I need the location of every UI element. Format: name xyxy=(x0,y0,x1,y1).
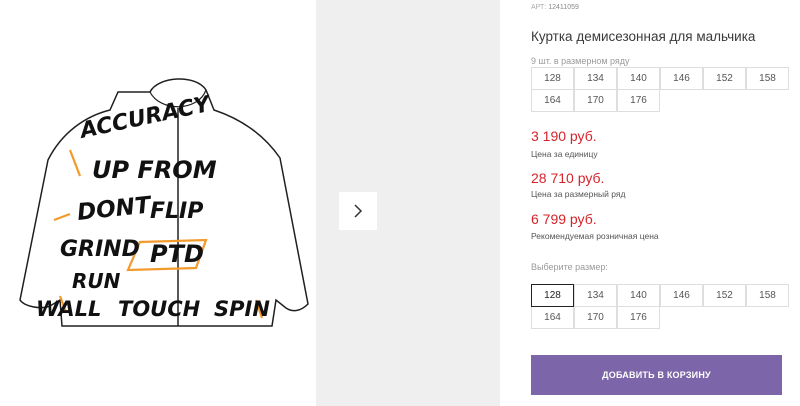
size-option[interactable]: 140 xyxy=(617,284,660,307)
size-option[interactable]: 134 xyxy=(574,284,617,307)
choose-size-label: Выберите размер: xyxy=(531,262,608,272)
product-details: АРТ: 12411059 Куртка демисезонная для мал… xyxy=(531,0,791,406)
stock-label: 9 шт. в размерном ряду xyxy=(531,56,630,66)
size-selector: 128 134 140 146 152 158 164 170 176 xyxy=(531,284,789,329)
unit-price-note: Цена за единицу xyxy=(531,149,598,159)
article-label: АРТ: xyxy=(531,4,547,11)
size-option[interactable]: 146 xyxy=(660,284,703,307)
product-title: Куртка демисезонная для мальчика xyxy=(531,29,756,44)
chevron-right-icon xyxy=(354,204,363,218)
print-text: GRIND xyxy=(60,237,140,262)
article-value: 12411059 xyxy=(548,4,579,11)
size-range-price-note: Цена за размерный ряд xyxy=(531,189,626,199)
article-number: АРТ: 12411059 xyxy=(531,4,579,11)
print-text: TOUCH xyxy=(118,297,201,321)
print-text: SPIN xyxy=(214,297,270,321)
add-to-cart-button[interactable]: ДОБАВИТЬ В КОРЗИНУ xyxy=(531,355,782,395)
print-text: FLIP xyxy=(150,199,203,224)
gallery-next-pane xyxy=(316,0,500,406)
size-option-selected[interactable]: 128 xyxy=(531,284,574,307)
size-range-price: 28 710 руб. xyxy=(531,170,605,186)
print-text: RUN xyxy=(72,269,121,293)
size-option[interactable]: 158 xyxy=(746,284,789,307)
retail-price-note: Рекомендуемая розничная цена xyxy=(531,231,659,241)
gallery-next-button[interactable] xyxy=(339,192,377,230)
size-option[interactable]: 170 xyxy=(574,306,617,329)
stock-size-cell: 134 xyxy=(574,67,617,90)
stock-size-cell: 140 xyxy=(617,67,660,90)
stock-size-cell: 170 xyxy=(574,89,617,112)
stock-size-cell: 146 xyxy=(660,67,703,90)
size-option[interactable]: 152 xyxy=(703,284,746,307)
stock-size-grid: 128 134 140 146 152 158 164 170 176 xyxy=(531,67,789,112)
size-option[interactable]: 176 xyxy=(617,306,660,329)
unit-price: 3 190 руб. xyxy=(531,128,597,144)
print-text: PTD xyxy=(150,240,204,268)
stock-size-cell: 176 xyxy=(617,89,660,112)
print-text: UP FROM xyxy=(92,156,217,184)
product-image: ACCURACY UP FROM DONT FLIP GRIND PTD RUN… xyxy=(0,0,315,406)
stock-size-cell: 128 xyxy=(531,67,574,90)
jacket-illustration: ACCURACY UP FROM DONT FLIP GRIND PTD RUN… xyxy=(19,78,309,327)
stock-size-cell: 158 xyxy=(746,67,789,90)
stock-size-cell: 152 xyxy=(703,67,746,90)
size-option[interactable]: 164 xyxy=(531,306,574,329)
stock-size-cell: 164 xyxy=(531,89,574,112)
retail-price: 6 799 руб. xyxy=(531,211,597,227)
print-text: WALL xyxy=(36,297,101,321)
